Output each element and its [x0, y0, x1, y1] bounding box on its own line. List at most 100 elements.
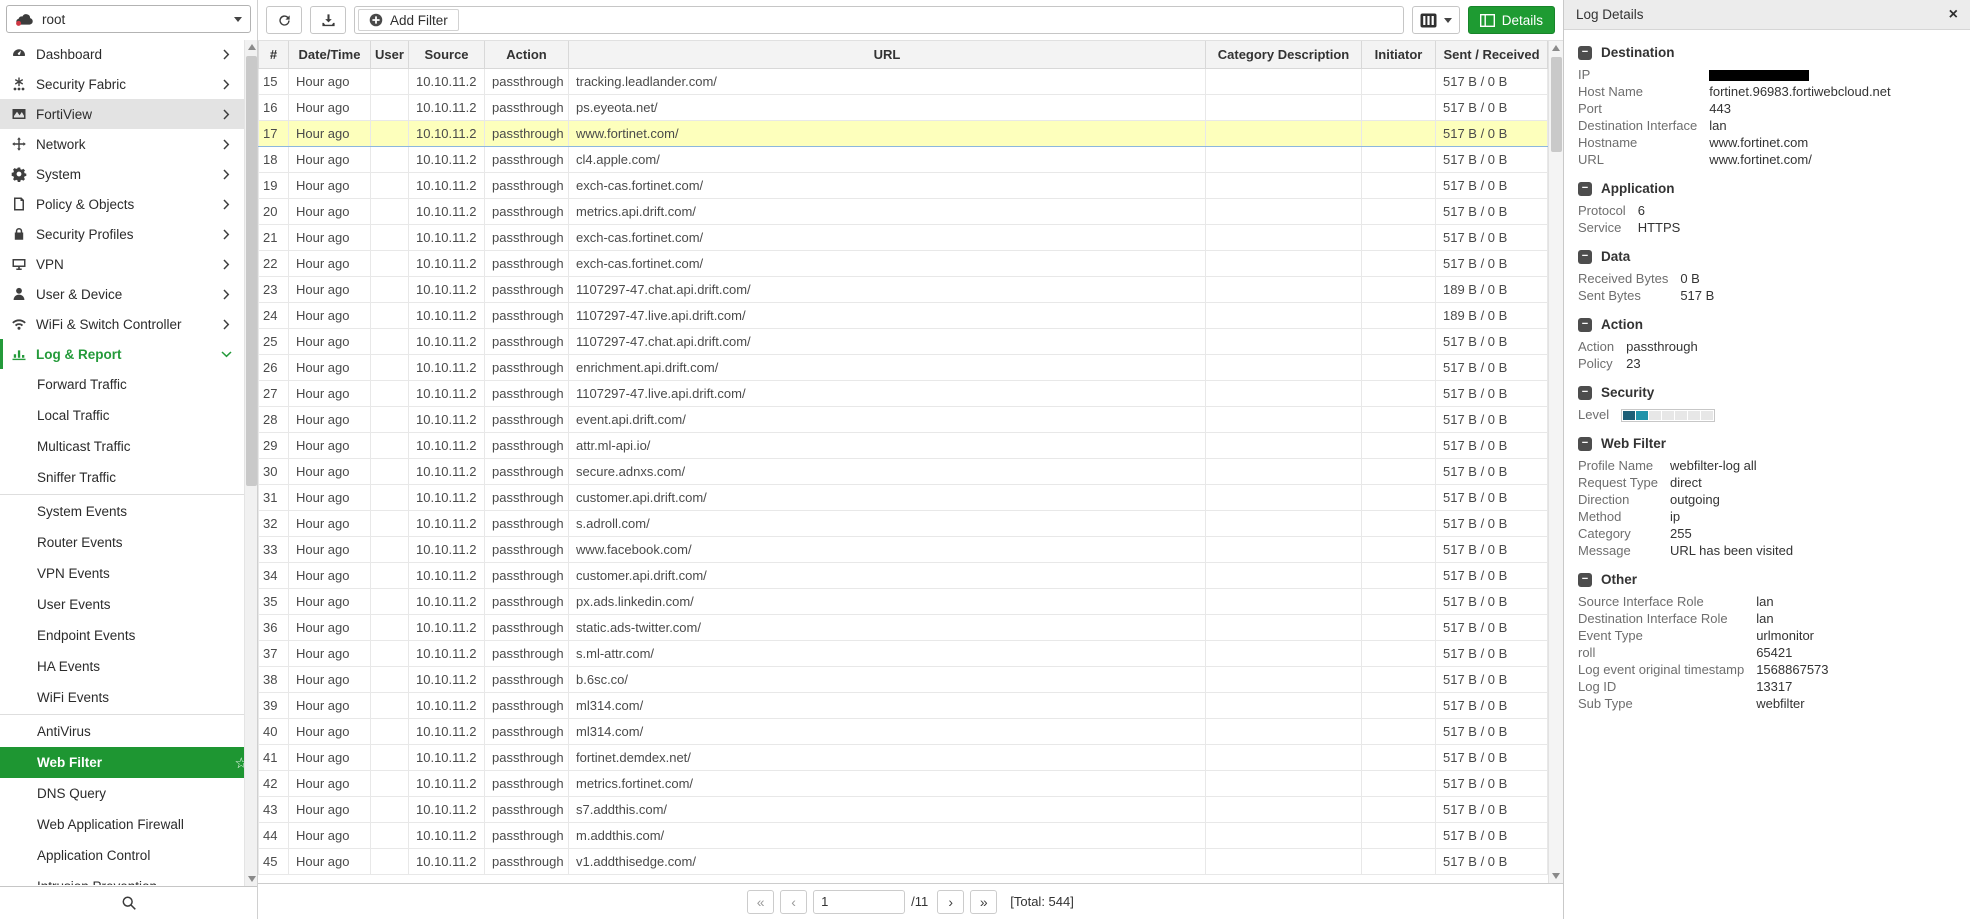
page-number-input[interactable] — [813, 890, 905, 914]
table-row[interactable]: 15Hour ago10.10.11.2passthroughtracking.… — [259, 68, 1548, 94]
table-row[interactable]: 34Hour ago10.10.11.2passthroughcustomer.… — [259, 562, 1548, 588]
sidebar-subitem-system-events[interactable]: System Events — [0, 496, 257, 527]
table-row[interactable]: 29Hour ago10.10.11.2passthroughattr.ml-a… — [259, 432, 1548, 458]
table-row[interactable]: 42Hour ago10.10.11.2passthroughmetrics.f… — [259, 770, 1548, 796]
sidebar-subitem-web-application-firewall[interactable]: Web Application Firewall — [0, 809, 257, 840]
table-row[interactable]: 41Hour ago10.10.11.2passthroughfortinet.… — [259, 744, 1548, 770]
table-row[interactable]: 43Hour ago10.10.11.2passthroughs7.addthi… — [259, 796, 1548, 822]
scroll-down-icon[interactable] — [1552, 873, 1560, 879]
sidebar-subitem-router-events[interactable]: Router Events — [0, 527, 257, 558]
table-row[interactable]: 28Hour ago10.10.11.2passthroughevent.api… — [259, 406, 1548, 432]
column-header-initiator[interactable]: Initiator — [1362, 41, 1436, 68]
sidebar-item-dashboard[interactable]: Dashboard — [0, 39, 257, 69]
collapse-icon[interactable]: − — [1578, 437, 1592, 451]
sidebar-subitem-application-control[interactable]: Application Control — [0, 840, 257, 871]
first-page-button[interactable]: « — [747, 890, 774, 914]
table-row[interactable]: 18Hour ago10.10.11.2passthroughcl4.apple… — [259, 146, 1548, 172]
sidebar-subitem-local-traffic[interactable]: Local Traffic — [0, 400, 257, 431]
table-row[interactable]: 16Hour ago10.10.11.2passthroughps.eyeota… — [259, 94, 1548, 120]
sidebar-item-user-device[interactable]: User & Device — [0, 279, 257, 309]
column-header-source[interactable]: Source — [409, 41, 485, 68]
sidebar-subitem-vpn-events[interactable]: VPN Events — [0, 558, 257, 589]
sidebar-subitem-web-filter[interactable]: Web Filter☆ — [0, 747, 257, 778]
table-row[interactable]: 20Hour ago10.10.11.2passthroughmetrics.a… — [259, 198, 1548, 224]
sidebar-search[interactable] — [0, 886, 257, 919]
next-page-button[interactable]: › — [937, 890, 964, 914]
table-row[interactable]: 32Hour ago10.10.11.2passthroughs.adroll.… — [259, 510, 1548, 536]
refresh-button[interactable] — [266, 6, 302, 34]
filter-bar[interactable]: Add Filter — [354, 6, 1404, 34]
column-header-num[interactable]: # — [259, 41, 289, 68]
scroll-up-icon[interactable] — [1552, 45, 1560, 51]
table-row[interactable]: 25Hour ago10.10.11.2passthrough1107297-4… — [259, 328, 1548, 354]
sidebar-subitem-multicast-traffic[interactable]: Multicast Traffic — [0, 431, 257, 462]
table-row[interactable]: 26Hour ago10.10.11.2passthroughenrichmen… — [259, 354, 1548, 380]
sidebar-item-security-fabric[interactable]: Security Fabric — [0, 69, 257, 99]
section-data: −Data — [1578, 249, 1956, 264]
column-header-user[interactable]: User — [371, 41, 409, 68]
column-header-url[interactable]: URL — [569, 41, 1206, 68]
column-settings-button[interactable] — [1412, 6, 1460, 34]
sidebar-subitem-dns-query[interactable]: DNS Query — [0, 778, 257, 809]
table-row[interactable]: 21Hour ago10.10.11.2passthroughexch-cas.… — [259, 224, 1548, 250]
sidebar-scrollbar[interactable] — [244, 40, 257, 886]
sidebar-item-log-report[interactable]: Log & Report — [0, 339, 257, 369]
table-row[interactable]: 33Hour ago10.10.11.2passthroughwww.faceb… — [259, 536, 1548, 562]
sidebar-item-fortiview[interactable]: FortiView — [0, 99, 257, 129]
collapse-icon[interactable]: − — [1578, 250, 1592, 264]
table-cell: passthrough — [485, 406, 569, 432]
download-button[interactable] — [310, 6, 346, 34]
table-row[interactable]: 37Hour ago10.10.11.2passthroughs.ml-attr… — [259, 640, 1548, 666]
sidebar-subitem-antivirus[interactable]: AntiVirus — [0, 716, 257, 747]
scrollbar-thumb[interactable] — [1551, 57, 1562, 152]
column-header-date-time[interactable]: Date/Time — [289, 41, 371, 68]
table-scrollbar[interactable] — [1548, 41, 1563, 883]
scroll-up-icon[interactable] — [248, 44, 256, 50]
table-row[interactable]: 40Hour ago10.10.11.2passthroughml314.com… — [259, 718, 1548, 744]
sidebar-item-wifi-switch-controller[interactable]: WiFi & Switch Controller — [0, 309, 257, 339]
table-row[interactable]: 35Hour ago10.10.11.2passthroughpx.ads.li… — [259, 588, 1548, 614]
collapse-icon[interactable]: − — [1578, 386, 1592, 400]
collapse-icon[interactable]: − — [1578, 573, 1592, 587]
sidebar-subitem-ha-events[interactable]: HA Events — [0, 651, 257, 682]
collapse-icon[interactable]: − — [1578, 182, 1592, 196]
sidebar-subitem-endpoint-events[interactable]: Endpoint Events — [0, 620, 257, 651]
sidebar-subitem-sniffer-traffic[interactable]: Sniffer Traffic — [0, 462, 257, 493]
scrollbar-thumb[interactable] — [246, 56, 257, 486]
table-row[interactable]: 39Hour ago10.10.11.2passthroughml314.com… — [259, 692, 1548, 718]
sidebar-item-security-profiles[interactable]: Security Profiles — [0, 219, 257, 249]
sidebar-subitem-user-events[interactable]: User Events — [0, 589, 257, 620]
sidebar-subitem-wifi-events[interactable]: WiFi Events — [0, 682, 257, 713]
collapse-icon[interactable]: − — [1578, 46, 1592, 60]
sidebar-subitem-intrusion-prevention[interactable]: Intrusion Prevention — [0, 871, 257, 885]
sidebar-item-system[interactable]: System — [0, 159, 257, 189]
table-row[interactable]: 24Hour ago10.10.11.2passthrough1107297-4… — [259, 302, 1548, 328]
table-row[interactable]: 31Hour ago10.10.11.2passthroughcustomer.… — [259, 484, 1548, 510]
close-icon[interactable]: × — [1949, 7, 1958, 23]
column-header-sent-received[interactable]: Sent / Received — [1436, 41, 1548, 68]
scroll-down-icon[interactable] — [248, 876, 256, 882]
sidebar-item-network[interactable]: Network — [0, 129, 257, 159]
table-row[interactable]: 44Hour ago10.10.11.2passthroughm.addthis… — [259, 822, 1548, 848]
add-filter-button[interactable]: Add Filter — [358, 9, 459, 31]
last-page-button[interactable]: » — [970, 890, 997, 914]
table-row[interactable]: 36Hour ago10.10.11.2passthroughstatic.ad… — [259, 614, 1548, 640]
table-row[interactable]: 30Hour ago10.10.11.2passthroughsecure.ad… — [259, 458, 1548, 484]
collapse-icon[interactable]: − — [1578, 318, 1592, 332]
table-row[interactable]: 38Hour ago10.10.11.2passthroughb.6sc.co/… — [259, 666, 1548, 692]
table-row[interactable]: 19Hour ago10.10.11.2passthroughexch-cas.… — [259, 172, 1548, 198]
sidebar-subitem-forward-traffic[interactable]: Forward Traffic — [0, 369, 257, 400]
table-row[interactable]: 22Hour ago10.10.11.2passthroughexch-cas.… — [259, 250, 1548, 276]
details-button[interactable]: Details — [1468, 6, 1555, 34]
table-row[interactable]: 17Hour ago10.10.11.2passthroughwww.forti… — [259, 120, 1548, 146]
column-header-category-description[interactable]: Category Description — [1206, 41, 1362, 68]
table-row[interactable]: 27Hour ago10.10.11.2passthrough1107297-4… — [259, 380, 1548, 406]
column-header-action[interactable]: Action — [485, 41, 569, 68]
table-cell — [371, 744, 409, 770]
sidebar-item-policy-objects[interactable]: Policy & Objects — [0, 189, 257, 219]
table-row[interactable]: 45Hour ago10.10.11.2passthroughv1.addthi… — [259, 848, 1548, 874]
prev-page-button[interactable]: ‹ — [780, 890, 807, 914]
vdom-selector[interactable]: root — [6, 5, 251, 33]
sidebar-item-vpn[interactable]: VPN — [0, 249, 257, 279]
table-row[interactable]: 23Hour ago10.10.11.2passthrough1107297-4… — [259, 276, 1548, 302]
